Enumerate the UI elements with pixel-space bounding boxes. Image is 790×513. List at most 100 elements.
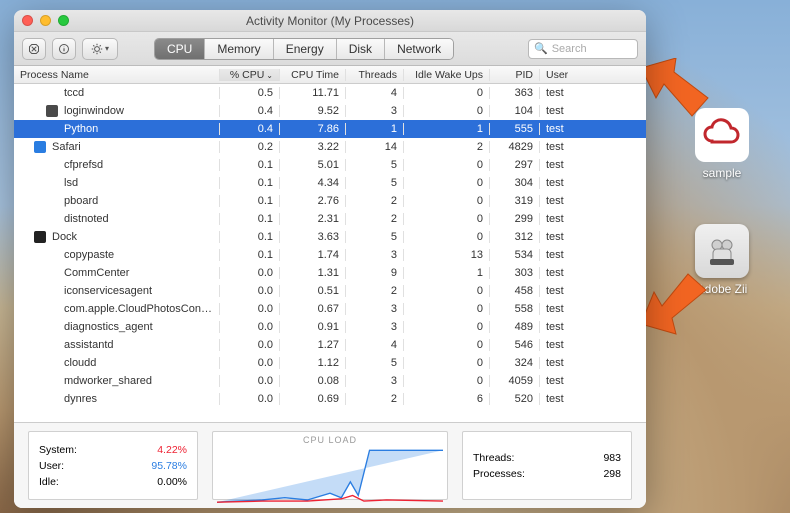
cell-pid: 303	[490, 267, 540, 279]
process-name: diagnostics_agent	[64, 321, 213, 333]
zoom-button[interactable]	[58, 15, 69, 26]
threads-processes-panel: Threads:983 Processes:298	[462, 431, 632, 500]
cell-time: 2.76	[280, 195, 346, 207]
process-name: Safari	[52, 141, 213, 153]
cell-cpu: 0.1	[220, 249, 280, 261]
traffic-lights	[22, 15, 69, 26]
cell-pid: 312	[490, 231, 540, 243]
search-field[interactable]: 🔍 Search	[528, 39, 638, 59]
tab-cpu[interactable]: CPU	[155, 39, 205, 59]
cell-pid: 304	[490, 177, 540, 189]
table-row[interactable]: iconservicesagent0.00.5120458test	[14, 282, 646, 300]
user-value: 95.78%	[151, 458, 187, 474]
tab-segmented-control: CPU Memory Energy Disk Network	[154, 38, 454, 60]
cell-threads: 2	[346, 285, 404, 297]
cell-threads: 4	[346, 339, 404, 351]
table-row[interactable]: distnoted0.12.3120299test	[14, 210, 646, 228]
table-row[interactable]: mdworker_shared0.00.08304059test	[14, 372, 646, 390]
cell-threads: 3	[346, 303, 404, 315]
process-name: cloudd	[64, 357, 213, 369]
toolbar: ▾ CPU Memory Energy Disk Network 🔍 Searc…	[14, 32, 646, 66]
cell-idle: 1	[404, 123, 490, 135]
minimize-button[interactable]	[40, 15, 51, 26]
cell-threads: 2	[346, 393, 404, 405]
col-threads[interactable]: Threads	[346, 69, 404, 81]
cell-threads: 5	[346, 177, 404, 189]
tab-energy[interactable]: Energy	[274, 39, 337, 59]
cell-pid: 458	[490, 285, 540, 297]
cell-time: 1.27	[280, 339, 346, 351]
desktop-icon-adobe-zii[interactable]: Adobe Zii	[690, 224, 754, 296]
process-icon	[34, 231, 46, 243]
process-icon	[46, 303, 58, 315]
cell-user: test	[540, 375, 646, 387]
process-name: CommCenter	[64, 267, 213, 279]
cell-threads: 5	[346, 357, 404, 369]
col-cpu[interactable]: % CPU⌄	[220, 69, 280, 81]
search-icon: 🔍	[534, 42, 548, 55]
sort-desc-icon: ⌄	[266, 71, 273, 80]
system-label: System:	[39, 442, 77, 458]
table-row[interactable]: loginwindow0.49.5230104test	[14, 102, 646, 120]
cell-cpu: 0.0	[220, 339, 280, 351]
options-menu-button[interactable]: ▾	[82, 38, 118, 60]
table-row[interactable]: assistantd0.01.2740546test	[14, 336, 646, 354]
col-cpu-time[interactable]: CPU Time	[280, 69, 346, 81]
process-name: dynres	[64, 393, 213, 405]
creative-cloud-icon	[695, 108, 749, 162]
process-name: distnoted	[64, 213, 213, 225]
table-row[interactable]: cloudd0.01.1250324test	[14, 354, 646, 372]
table-row[interactable]: pboard0.12.7620319test	[14, 192, 646, 210]
titlebar[interactable]: Activity Monitor (My Processes)	[14, 10, 646, 32]
cell-threads: 3	[346, 249, 404, 261]
process-name: Python	[64, 123, 213, 135]
process-icon	[34, 141, 46, 153]
process-icon	[46, 339, 58, 351]
cell-user: test	[540, 357, 646, 369]
process-icon	[46, 357, 58, 369]
table-row[interactable]: copypaste0.11.74313534test	[14, 246, 646, 264]
process-table[interactable]: tccd0.511.7140363testloginwindow0.49.523…	[14, 84, 646, 422]
table-row[interactable]: lsd0.14.3450304test	[14, 174, 646, 192]
table-row[interactable]: tccd0.511.7140363test	[14, 84, 646, 102]
cell-user: test	[540, 141, 646, 153]
col-idle-wakeups[interactable]: Idle Wake Ups	[404, 69, 490, 81]
cell-user: test	[540, 195, 646, 207]
table-row[interactable]: Safari0.23.221424829test	[14, 138, 646, 156]
cell-threads: 5	[346, 159, 404, 171]
cell-cpu: 0.4	[220, 123, 280, 135]
close-button[interactable]	[22, 15, 33, 26]
tab-memory[interactable]: Memory	[205, 39, 273, 59]
process-icon	[46, 375, 58, 387]
table-row[interactable]: CommCenter0.01.3191303test	[14, 264, 646, 282]
tab-disk[interactable]: Disk	[337, 39, 385, 59]
table-row[interactable]: cfprefsd0.15.0150297test	[14, 156, 646, 174]
inspect-process-button[interactable]	[52, 38, 76, 60]
process-name: com.apple.CloudPhotosConfi...	[64, 303, 213, 315]
col-user[interactable]: User	[540, 69, 646, 81]
col-process-name[interactable]: Process Name	[14, 69, 220, 81]
process-icon	[46, 267, 58, 279]
table-row[interactable]: Python0.47.8611555test	[14, 120, 646, 138]
cell-threads: 2	[346, 213, 404, 225]
process-name: copypaste	[64, 249, 213, 261]
table-row[interactable]: com.apple.CloudPhotosConfi...0.00.673055…	[14, 300, 646, 318]
table-row[interactable]: dynres0.00.6926520test	[14, 390, 646, 408]
cell-cpu: 0.0	[220, 303, 280, 315]
process-icon	[46, 159, 58, 171]
cell-user: test	[540, 213, 646, 225]
tab-network[interactable]: Network	[385, 39, 453, 59]
cpu-load-graph	[217, 448, 443, 505]
cell-cpu: 0.0	[220, 267, 280, 279]
desktop-icon-sample[interactable]: sample	[690, 108, 754, 180]
stop-process-button[interactable]	[22, 38, 46, 60]
cell-user: test	[540, 339, 646, 351]
cell-idle: 0	[404, 285, 490, 297]
col-pid[interactable]: PID	[490, 69, 540, 81]
cell-threads: 3	[346, 105, 404, 117]
summary-bar: System:4.22% User:95.78% Idle:0.00% CPU …	[14, 422, 646, 508]
window-title: Activity Monitor (My Processes)	[246, 14, 414, 28]
threads-label: Threads:	[473, 450, 514, 466]
table-row[interactable]: diagnostics_agent0.00.9130489test	[14, 318, 646, 336]
table-row[interactable]: Dock0.13.6350312test	[14, 228, 646, 246]
